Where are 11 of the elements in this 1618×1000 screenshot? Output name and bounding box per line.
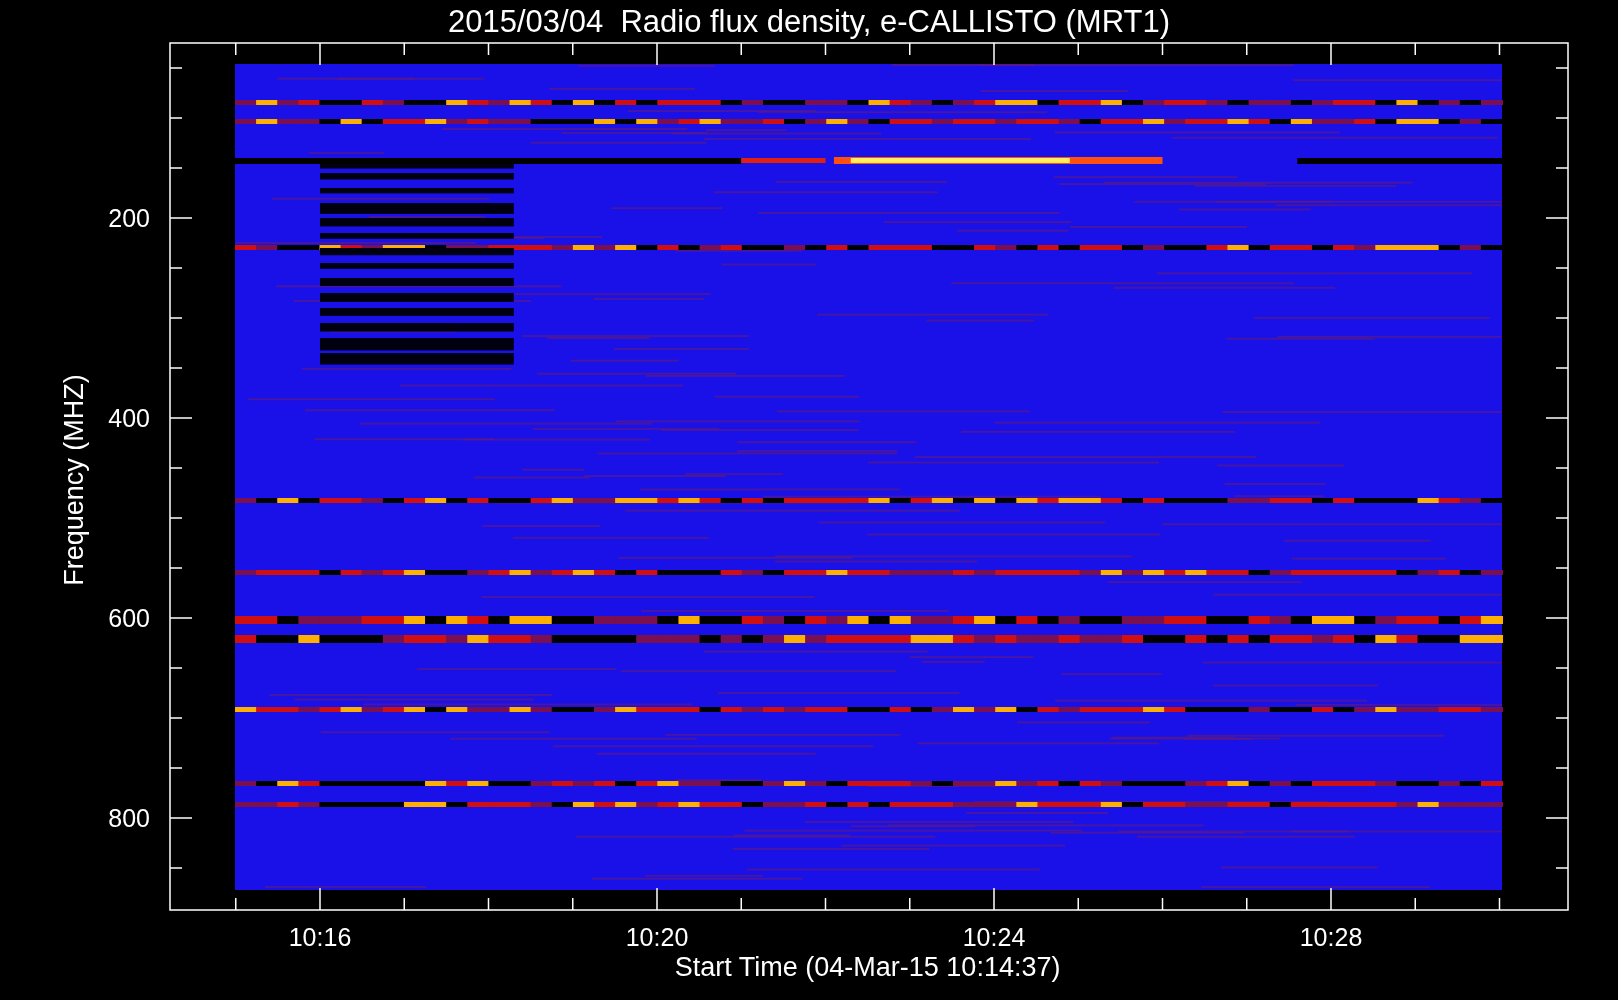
x-axis-label: Start Time (04-Mar-15 10:14:37) (674, 952, 1061, 982)
plot-title: 2015/03/04 Radio flux density, e-CALLISTO (MRT1) (448, 4, 1170, 39)
y-axis-label: Frequency (MHZ) (59, 374, 89, 586)
x-tick-label: 10:24 (962, 923, 1026, 951)
y-tick-label: 200 (108, 204, 150, 232)
x-tick-label: 10:20 (625, 923, 689, 951)
y-tick-label: 800 (108, 804, 150, 832)
x-tick-label: 10:28 (1299, 923, 1363, 951)
x-tick-label: 10:16 (288, 923, 352, 951)
y-tick-label: 600 (108, 604, 150, 632)
y-tick-label: 400 (108, 404, 150, 432)
